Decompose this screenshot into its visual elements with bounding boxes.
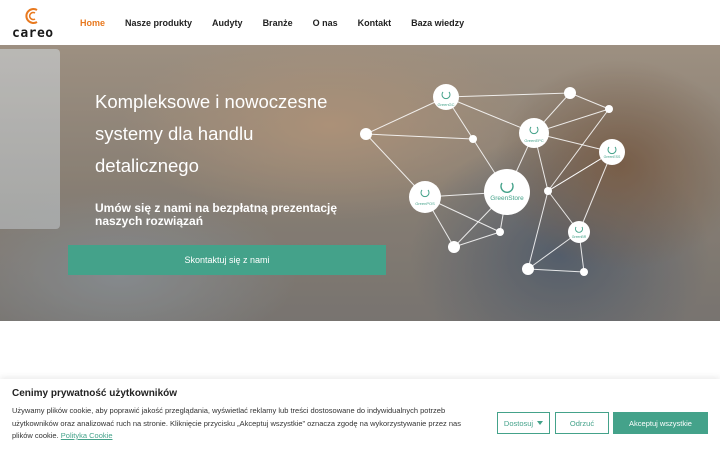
accept-all-button[interactable]: Akceptuj wszystkie [613, 412, 708, 434]
node-label-pos: GreenPOS [415, 201, 435, 206]
cookie-title: Cenimy prywatność użytkowników [12, 388, 178, 399]
nav-item-audits[interactable]: Audyty [212, 18, 243, 28]
hero-title-line: detalicznego [95, 155, 199, 176]
nav-item-products[interactable]: Nasze produkty [125, 18, 192, 28]
node-green-ess: GreenESS [599, 139, 625, 165]
network-dot [522, 263, 534, 275]
hero-title-line: systemy dla handlu [95, 123, 254, 144]
cookie-policy-link[interactable]: Polityka Cookie [61, 431, 113, 440]
node-label-br: GreenBR [572, 235, 587, 239]
node-green-epc: GreenEPC [519, 118, 549, 148]
nav-item-about[interactable]: O nas [313, 18, 338, 28]
node-green-gc: GreenGC [433, 84, 459, 110]
logo-text: careo [12, 26, 54, 41]
node-label-ess: GreenESS [604, 155, 621, 159]
logo-mark-icon [25, 8, 38, 24]
cookie-banner: Cenimy prywatność użytkowników Używamy p… [0, 379, 720, 450]
nav-item-contact[interactable]: Kontakt [358, 18, 392, 28]
node-label-store: GreenStore [490, 195, 524, 202]
network-dot [448, 241, 460, 253]
caret-down-icon [537, 421, 544, 425]
hero-title-line: Kompleksowe i nowoczesne [95, 91, 328, 112]
network-dot [469, 135, 477, 143]
customize-button[interactable]: Dostosuj [497, 412, 550, 434]
logo[interactable]: careo [12, 7, 56, 41]
contact-cta-button[interactable]: Skontaktuj się z nami [68, 245, 386, 275]
nav-item-home[interactable]: Home [80, 18, 105, 28]
network-dot [360, 128, 372, 140]
network-dot [564, 87, 576, 99]
network-dot [580, 268, 588, 276]
hero-subtitle: Umów się z nami na bezpłatną prezentację… [95, 201, 338, 228]
node-label-epc: GreenEPC [524, 138, 543, 143]
node-label-gc: GreenGC [437, 102, 454, 107]
network-dot [496, 228, 504, 236]
hero-banner: GreenGC GreenEPC GreenESS GreenStore Gre [0, 45, 720, 321]
page: careo Home Nasze produkty Audyty Branże … [0, 0, 720, 450]
node-green-pos: GreenPOS [409, 181, 441, 213]
node-green-br: GreenBR [568, 221, 590, 243]
reject-button[interactable]: Odrzuć [555, 412, 609, 434]
hero-title: Kompleksowe i nowoczesne systemy dla han… [95, 86, 355, 182]
customize-label: Dostosuj [503, 418, 534, 428]
network-graphic: GreenGC GreenEPC GreenESS GreenStore Gre [360, 84, 625, 276]
main-nav: Home Nasze produkty Audyty Branże O nas … [80, 0, 484, 45]
node-green-store: GreenStore [484, 169, 530, 215]
nav-item-knowledge-base[interactable]: Baza wiedzy [411, 18, 464, 28]
cookie-text: Używamy plików cookie, aby poprawić jako… [12, 405, 482, 443]
network-dot [544, 187, 552, 195]
nav-item-industries[interactable]: Branże [263, 18, 293, 28]
network-dot [605, 105, 613, 113]
site-header: careo Home Nasze produkty Audyty Branże … [0, 0, 720, 45]
